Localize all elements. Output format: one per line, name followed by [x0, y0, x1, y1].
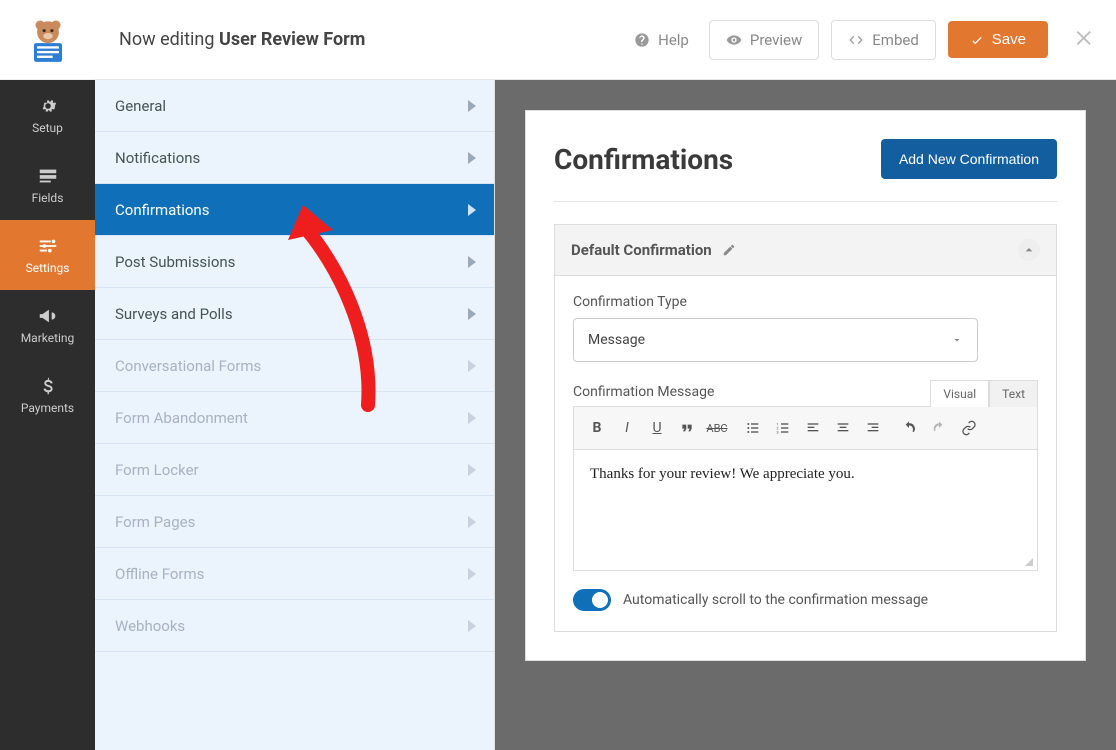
auto-scroll-label: Automatically scroll to the confirmation… [623, 592, 928, 608]
rail-settings-label: Settings [26, 261, 70, 275]
chevron-down-icon [951, 334, 963, 346]
submenu-locker-label: Form Locker [115, 461, 199, 479]
submenu-confirmations-label: Confirmations [115, 201, 209, 219]
submenu-abandonment[interactable]: Form Abandonment [95, 392, 494, 444]
quote-button[interactable] [672, 413, 702, 443]
close-button[interactable] [1074, 27, 1096, 53]
page-title: Confirmations [554, 143, 733, 176]
save-button[interactable]: Save [948, 21, 1048, 58]
check-icon [970, 33, 984, 47]
submenu-locker[interactable]: Form Locker [95, 444, 494, 496]
message-label: Confirmation Message [573, 384, 714, 400]
divider [554, 201, 1057, 202]
chevron-right-icon [468, 100, 476, 112]
help-icon [634, 32, 650, 48]
submenu-general-label: General [115, 97, 166, 115]
chevron-right-icon [468, 256, 476, 268]
chevron-right-icon [468, 308, 476, 320]
editing-prefix: Now editing [119, 29, 219, 50]
submenu-pages[interactable]: Form Pages [95, 496, 494, 548]
submenu-conversational-label: Conversational Forms [115, 357, 261, 375]
close-icon [1074, 27, 1096, 49]
submenu-abandonment-label: Form Abandonment [115, 409, 248, 427]
rail-marketing-label: Marketing [21, 331, 75, 345]
submenu-post-submissions-label: Post Submissions [115, 253, 235, 271]
link-button[interactable] [954, 413, 984, 443]
underline-button[interactable]: U [642, 413, 672, 443]
submenu-offline-label: Offline Forms [115, 565, 204, 583]
chevron-up-icon[interactable] [1018, 239, 1040, 261]
numbered-list-button[interactable]: 123 [768, 413, 798, 443]
save-label: Save [992, 31, 1026, 48]
submenu-surveys-label: Surveys and Polls [115, 305, 233, 323]
chevron-right-icon [468, 464, 476, 476]
submenu-pages-label: Form Pages [115, 513, 195, 531]
undo-button[interactable] [894, 413, 924, 443]
rail-fields-label: Fields [32, 191, 64, 205]
tab-visual[interactable]: Visual [930, 380, 989, 407]
chevron-right-icon [468, 152, 476, 164]
message-textarea[interactable]: Thanks for your review! We appreciate yo… [574, 450, 1037, 570]
type-label: Confirmation Type [573, 294, 1038, 310]
italic-button[interactable]: I [612, 413, 642, 443]
editing-label: Now editing User Review Form [119, 29, 365, 50]
submenu-notifications-label: Notifications [115, 149, 200, 167]
resize-handle[interactable] [1023, 556, 1035, 568]
rail-settings[interactable]: Settings [0, 220, 95, 290]
submenu-post-submissions[interactable]: Post Submissions [95, 236, 494, 288]
chevron-right-icon [468, 412, 476, 424]
chevron-right-icon [468, 516, 476, 528]
align-center-button[interactable] [828, 413, 858, 443]
code-icon [848, 32, 864, 48]
accordion-header[interactable]: Default Confirmation [555, 225, 1056, 276]
editor-toolbar: B I U ABC 123 [574, 407, 1037, 450]
bold-button[interactable]: B [582, 413, 612, 443]
rail-marketing[interactable]: Marketing [0, 290, 95, 360]
confirmation-type-select[interactable]: Message [573, 318, 978, 362]
accordion-title: Default Confirmation [571, 241, 712, 259]
align-right-button[interactable] [858, 413, 888, 443]
tab-text[interactable]: Text [989, 380, 1038, 407]
help-button[interactable]: Help [626, 21, 697, 59]
rail-fields[interactable]: Fields [0, 150, 95, 220]
form-name: User Review Form [219, 29, 365, 50]
align-left-button[interactable] [798, 413, 828, 443]
submenu-webhooks[interactable]: Webhooks [95, 600, 494, 652]
submenu-webhooks-label: Webhooks [115, 617, 185, 635]
redo-button[interactable] [924, 413, 954, 443]
type-value: Message [588, 332, 645, 348]
svg-text:3: 3 [776, 429, 778, 434]
embed-button[interactable]: Embed [831, 20, 936, 60]
preview-button[interactable]: Preview [709, 20, 819, 60]
strikethrough-button[interactable]: ABC [702, 413, 732, 443]
chevron-right-icon [468, 620, 476, 632]
confirmation-accordion: Default Confirmation Confirmation Type M… [554, 224, 1057, 632]
submenu-conversational[interactable]: Conversational Forms [95, 340, 494, 392]
submenu-surveys[interactable]: Surveys and Polls [95, 288, 494, 340]
auto-scroll-toggle[interactable] [573, 589, 611, 611]
submenu-general[interactable]: General [95, 80, 494, 132]
rail-setup[interactable]: Setup [0, 80, 95, 150]
eye-icon [726, 32, 742, 48]
app-logo [0, 0, 95, 80]
rail-payments-label: Payments [21, 401, 74, 415]
add-confirmation-button[interactable]: Add New Confirmation [881, 139, 1057, 179]
bullet-list-button[interactable] [738, 413, 768, 443]
chevron-right-icon [468, 204, 476, 216]
rail-payments[interactable]: Payments [0, 360, 95, 430]
submenu-offline[interactable]: Offline Forms [95, 548, 494, 600]
help-label: Help [658, 31, 689, 49]
chevron-right-icon [468, 568, 476, 580]
message-editor: B I U ABC 123 [573, 406, 1038, 571]
submenu-notifications[interactable]: Notifications [95, 132, 494, 184]
message-text: Thanks for your review! We appreciate yo… [590, 466, 855, 482]
rail-setup-label: Setup [32, 121, 63, 135]
submenu-confirmations[interactable]: Confirmations [95, 184, 494, 236]
pencil-icon[interactable] [722, 243, 736, 257]
embed-label: Embed [872, 31, 919, 49]
chevron-right-icon [468, 360, 476, 372]
preview-label: Preview [750, 31, 802, 49]
